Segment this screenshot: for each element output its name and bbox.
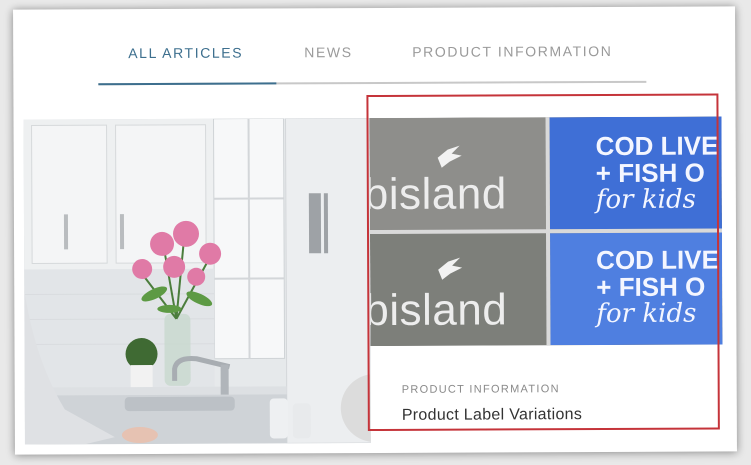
tab-product-information[interactable]: PRODUCT INFORMATION: [412, 43, 612, 60]
card-title[interactable]: Product Label Variations: [402, 406, 582, 425]
label-text-top: COD LIVE + FISH O for kids: [595, 130, 719, 216]
article-image-kitchen[interactable]: [23, 118, 371, 445]
article-tabs: ALL ARTICLES NEWS PRODUCT INFORMATION: [98, 37, 647, 86]
tab-news[interactable]: NEWS: [304, 44, 352, 60]
card-category[interactable]: PRODUCT INFORMATION: [402, 383, 560, 396]
article-card-product-label[interactable]: bisland bisland COD LIVE + FISH O for ki…: [369, 116, 723, 444]
tab-all-articles[interactable]: ALL ARTICLES: [128, 45, 243, 62]
tab-active-indicator: [98, 82, 277, 86]
label-text-bottom: COD LIVE + FISH O for kids: [596, 244, 719, 330]
label-brand-bottom: bisland: [369, 285, 508, 336]
card-image-product-labels: bisland bisland COD LIVE + FISH O for ki…: [369, 116, 723, 347]
label-brand-top: bisland: [369, 169, 507, 220]
page: ALL ARTICLES NEWS PRODUCT INFORMATION bi…: [13, 6, 737, 455]
